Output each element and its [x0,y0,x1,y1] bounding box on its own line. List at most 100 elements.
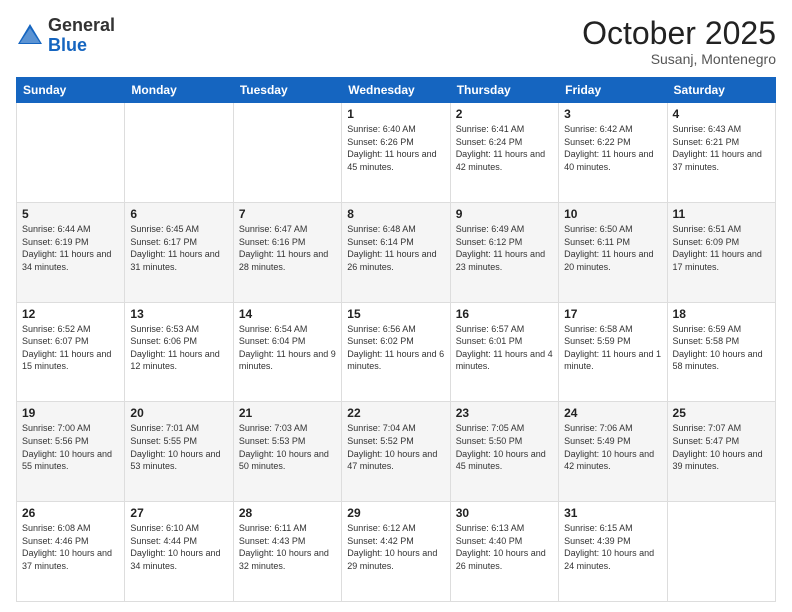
day-cell: 21Sunrise: 7:03 AM Sunset: 5:53 PM Dayli… [233,402,341,502]
day-number: 13 [130,307,227,321]
day-number: 15 [347,307,444,321]
day-cell: 31Sunrise: 6:15 AM Sunset: 4:39 PM Dayli… [559,502,667,602]
day-info: Sunrise: 6:40 AM Sunset: 6:26 PM Dayligh… [347,123,444,173]
day-info: Sunrise: 7:01 AM Sunset: 5:55 PM Dayligh… [130,422,227,472]
day-info: Sunrise: 7:04 AM Sunset: 5:52 PM Dayligh… [347,422,444,472]
day-cell: 18 Sunrise: 6:59 AM Sunset: 5:58 PM Dayli… [667,302,775,402]
day-number: 23 [456,406,553,420]
day-cell: 20 Sunrise: 7:01 AM Sunset: 5:55 PM Dayli… [125,402,233,502]
day-number: 5 [22,207,119,221]
day-number: 17 [564,307,661,321]
day-cell: 30Sunrise: 6:13 AM Sunset: 4:40 PM Dayli… [450,502,558,602]
day-cell: 2 Sunrise: 6:41 AM Sunset: 6:24 PM Daylig… [450,103,558,203]
day-number: 8 [347,207,444,221]
day-number: 26 [22,506,119,520]
day-info: Sunrise: 6:51 AM Sunset: 6:09 PM Dayligh… [673,223,770,273]
day-info: Sunrise: 7:03 AM Sunset: 5:53 PM Dayligh… [239,422,336,472]
day-number: 1 [347,107,444,121]
day-cell: 28 Sunrise: 6:11 AM Sunset: 4:43 PM Dayli… [233,502,341,602]
day-cell: 14Sunrise: 6:54 AM Sunset: 6:04 PM Dayli… [233,302,341,402]
day-cell: 7 Sunrise: 6:47 AM Sunset: 6:16 PM Daylig… [233,202,341,302]
day-info: Sunrise: 6:56 AM Sunset: 6:02 PM Dayligh… [347,323,444,373]
day-number: 22 [347,406,444,420]
day-cell: 27 Sunrise: 6:10 AM Sunset: 4:44 PM Dayli… [125,502,233,602]
day-info: Sunrise: 7:05 AM Sunset: 5:50 PM Dayligh… [456,422,553,472]
day-cell: 16 Sunrise: 6:57 AM Sunset: 6:01 PM Dayli… [450,302,558,402]
day-info: Sunrise: 6:52 AM Sunset: 6:07 PM Dayligh… [22,323,119,373]
calendar-table: Sunday Monday Tuesday Wednesday Thursday… [16,77,776,602]
day-cell: 1 Sunrise: 6:40 AM Sunset: 6:26 PM Daylig… [342,103,450,203]
day-cell: 25 Sunrise: 7:07 AM Sunset: 5:47 PM Dayli… [667,402,775,502]
day-number: 25 [673,406,770,420]
day-info: Sunrise: 6:59 AM Sunset: 5:58 PM Dayligh… [673,323,770,373]
day-cell: 8Sunrise: 6:48 AM Sunset: 6:14 PM Daylig… [342,202,450,302]
header: General Blue October 2025 Susanj, Monten… [16,16,776,67]
week-row-4: 19 Sunrise: 7:00 AM Sunset: 5:56 PM Dayli… [17,402,776,502]
day-number: 19 [22,406,119,420]
header-row: Sunday Monday Tuesday Wednesday Thursday… [17,78,776,103]
day-number: 4 [673,107,770,121]
day-cell [17,103,125,203]
day-cell: 3Sunrise: 6:42 AM Sunset: 6:22 PM Daylig… [559,103,667,203]
col-monday: Monday [125,78,233,103]
logo-blue: Blue [48,35,87,55]
day-info: Sunrise: 7:07 AM Sunset: 5:47 PM Dayligh… [673,422,770,472]
day-number: 2 [456,107,553,121]
col-tuesday: Tuesday [233,78,341,103]
day-info: Sunrise: 6:08 AM Sunset: 4:46 PM Dayligh… [22,522,119,572]
day-cell: 6 Sunrise: 6:45 AM Sunset: 6:17 PM Daylig… [125,202,233,302]
day-info: Sunrise: 6:57 AM Sunset: 6:01 PM Dayligh… [456,323,553,373]
day-info: Sunrise: 6:45 AM Sunset: 6:17 PM Dayligh… [130,223,227,273]
day-number: 7 [239,207,336,221]
day-info: Sunrise: 6:44 AM Sunset: 6:19 PM Dayligh… [22,223,119,273]
day-info: Sunrise: 6:53 AM Sunset: 6:06 PM Dayligh… [130,323,227,373]
day-info: Sunrise: 6:10 AM Sunset: 4:44 PM Dayligh… [130,522,227,572]
day-cell: 10Sunrise: 6:50 AM Sunset: 6:11 PM Dayli… [559,202,667,302]
day-info: Sunrise: 6:49 AM Sunset: 6:12 PM Dayligh… [456,223,553,273]
day-number: 18 [673,307,770,321]
day-cell [667,502,775,602]
day-cell: 24 Sunrise: 7:06 AM Sunset: 5:49 PM Dayli… [559,402,667,502]
day-cell: 17 Sunrise: 6:58 AM Sunset: 5:59 PM Dayli… [559,302,667,402]
day-number: 24 [564,406,661,420]
title-location: Susanj, Montenegro [582,51,776,67]
day-cell: 19 Sunrise: 7:00 AM Sunset: 5:56 PM Dayli… [17,402,125,502]
day-cell [125,103,233,203]
logo-text: General Blue [48,16,115,56]
day-cell: 4 Sunrise: 6:43 AM Sunset: 6:21 PM Daylig… [667,103,775,203]
day-cell: 9 Sunrise: 6:49 AM Sunset: 6:12 PM Daylig… [450,202,558,302]
day-info: Sunrise: 6:43 AM Sunset: 6:21 PM Dayligh… [673,123,770,173]
day-number: 29 [347,506,444,520]
title-month: October 2025 [582,16,776,51]
day-info: Sunrise: 7:06 AM Sunset: 5:49 PM Dayligh… [564,422,661,472]
day-info: Sunrise: 6:54 AM Sunset: 6:04 PM Dayligh… [239,323,336,373]
day-number: 9 [456,207,553,221]
day-info: Sunrise: 6:47 AM Sunset: 6:16 PM Dayligh… [239,223,336,273]
day-number: 16 [456,307,553,321]
day-cell [233,103,341,203]
title-block: October 2025 Susanj, Montenegro [582,16,776,67]
logo: General Blue [16,16,115,56]
day-number: 20 [130,406,227,420]
day-cell: 22 Sunrise: 7:04 AM Sunset: 5:52 PM Dayli… [342,402,450,502]
week-row-3: 12Sunrise: 6:52 AM Sunset: 6:07 PM Dayli… [17,302,776,402]
day-cell: 15 Sunrise: 6:56 AM Sunset: 6:02 PM Dayli… [342,302,450,402]
day-cell: 13 Sunrise: 6:53 AM Sunset: 6:06 PM Dayli… [125,302,233,402]
day-number: 31 [564,506,661,520]
day-number: 27 [130,506,227,520]
day-info: Sunrise: 6:42 AM Sunset: 6:22 PM Dayligh… [564,123,661,173]
week-row-5: 26 Sunrise: 6:08 AM Sunset: 4:46 PM Dayli… [17,502,776,602]
day-number: 28 [239,506,336,520]
col-sunday: Sunday [17,78,125,103]
day-cell: 26 Sunrise: 6:08 AM Sunset: 4:46 PM Dayli… [17,502,125,602]
logo-icon [16,22,44,50]
day-number: 6 [130,207,227,221]
page: General Blue October 2025 Susanj, Monten… [0,0,792,612]
col-thursday: Thursday [450,78,558,103]
day-info: Sunrise: 7:00 AM Sunset: 5:56 PM Dayligh… [22,422,119,472]
day-info: Sunrise: 6:11 AM Sunset: 4:43 PM Dayligh… [239,522,336,572]
day-cell: 5 Sunrise: 6:44 AM Sunset: 6:19 PM Daylig… [17,202,125,302]
day-info: Sunrise: 6:41 AM Sunset: 6:24 PM Dayligh… [456,123,553,173]
day-info: Sunrise: 6:58 AM Sunset: 5:59 PM Dayligh… [564,323,661,373]
col-saturday: Saturday [667,78,775,103]
